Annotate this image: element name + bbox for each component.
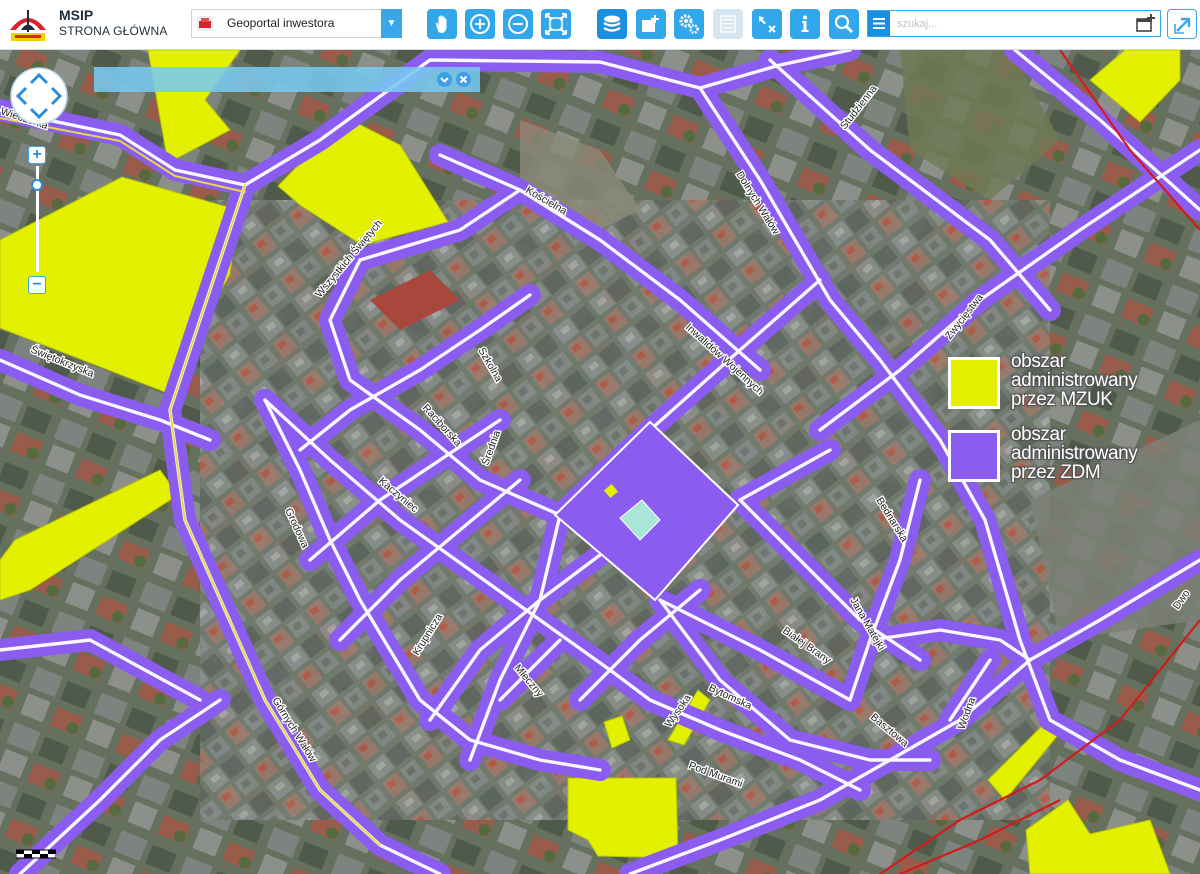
layers-icon: [603, 15, 621, 32]
select-arrow-icon: [759, 16, 776, 33]
search-input[interactable]: [895, 13, 1124, 35]
search-menu-button[interactable]: [868, 11, 890, 36]
map-zoom-out-button[interactable]: −: [28, 276, 46, 294]
legend-label-mzuk: obszar administrowany przez MZUK: [1011, 352, 1200, 409]
add-window-button[interactable]: [636, 9, 666, 39]
hand-icon: [435, 15, 447, 33]
close-button[interactable]: [456, 72, 471, 87]
portal-select-value: Geoportal inwestora: [227, 16, 335, 30]
legend-line: przez ZDM: [1011, 462, 1101, 483]
zoom-slider-handle[interactable]: [31, 179, 43, 191]
chevron-down-icon: [440, 77, 449, 83]
select-button[interactable]: [752, 9, 782, 39]
legend-line: obszar: [1011, 351, 1066, 372]
info-button[interactable]: [790, 9, 820, 39]
add-window-icon[interactable]: [1135, 13, 1157, 34]
scale-bar: [16, 849, 56, 859]
home-link[interactable]: STRONA GŁÓWNA: [59, 24, 168, 38]
legend-line: administrowany: [1011, 443, 1138, 464]
zoom-in-button[interactable]: [465, 9, 495, 39]
zoom-in-icon: [470, 14, 490, 34]
legend-label-zdm: obszar administrowany przez ZDM: [1011, 425, 1200, 482]
portal-icon: [197, 16, 213, 31]
city-logo-icon[interactable]: [6, 4, 50, 46]
expand-icon: [1174, 17, 1191, 34]
zoom-out-icon: [508, 14, 528, 34]
settings-button[interactable]: [674, 9, 704, 39]
legend-line: przez MZUK: [1011, 389, 1113, 410]
close-icon: [459, 75, 468, 84]
hamburger-icon: [873, 18, 885, 29]
full-extent-icon: [545, 13, 567, 35]
add-window-icon: [642, 15, 659, 32]
info-strip: [94, 67, 480, 92]
chevron-down-icon[interactable]: ▼: [381, 9, 402, 38]
app-title[interactable]: MSIP: [59, 7, 93, 23]
pan-button[interactable]: [427, 9, 457, 39]
pan-control[interactable]: [9, 66, 69, 126]
legend-swatch-mzuk: [948, 357, 1000, 409]
legend-line: obszar: [1011, 424, 1066, 445]
search-tool-button[interactable]: [829, 9, 859, 39]
list-button[interactable]: [713, 9, 743, 39]
portal-select[interactable]: Geoportal inwestora ▼: [191, 9, 402, 38]
search-icon: [834, 14, 854, 34]
top-toolbar: MSIP STRONA GŁÓWNA Geoportal inwestora ▼: [0, 0, 1200, 50]
legend-line: administrowany: [1011, 370, 1138, 391]
expand-button[interactable]: [1167, 9, 1197, 39]
search-box: [867, 10, 1161, 37]
list-icon: [720, 15, 736, 33]
layers-button[interactable]: [597, 9, 627, 39]
full-extent-button[interactable]: [541, 9, 571, 39]
collapse-button[interactable]: [437, 72, 452, 87]
legend-swatch-zdm: [948, 430, 1000, 482]
zoom-out-button[interactable]: [503, 9, 533, 39]
map-zoom-in-button[interactable]: +: [28, 146, 46, 164]
gear-icon: [679, 14, 699, 34]
info-icon: [801, 15, 809, 32]
